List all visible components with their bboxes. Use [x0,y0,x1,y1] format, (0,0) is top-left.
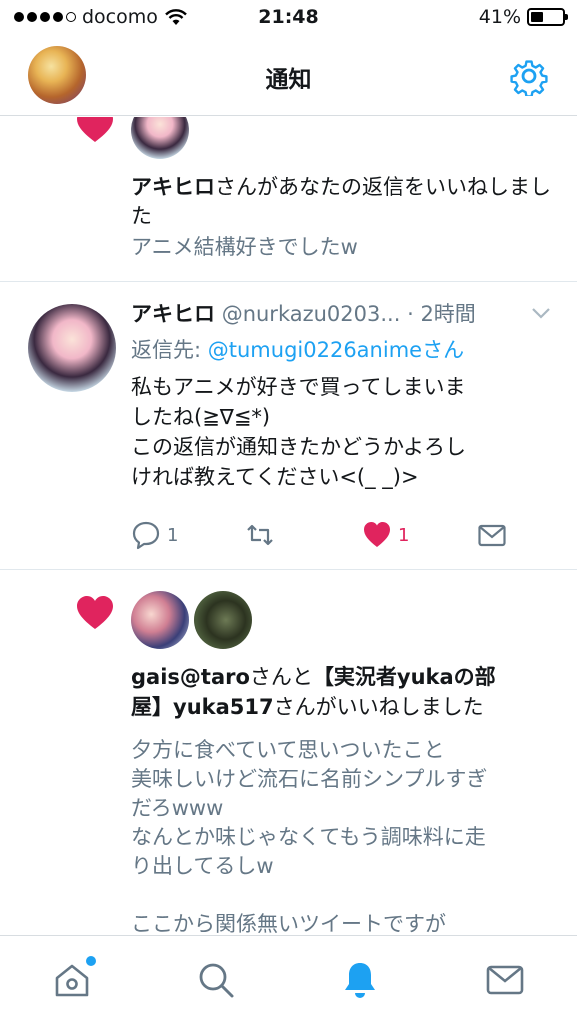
battery-area: 41% [478,6,568,28]
header: 通知 [0,40,577,116]
battery-icon [527,8,568,26]
liked-tweet-text[interactable]: アニメ結構好きでしたw [131,233,551,262]
tweet-body: 私もアニメが好きで買ってしまいま したね(≧∇≦*) この返信が通知きたかどうか… [131,372,551,492]
list-item[interactable]: アキヒロさんがあなたの返信をいいねしました アニメ結構好きでしたw [0,117,577,282]
status-bar: docomo 21:48 41% [0,0,577,40]
tab-notifications[interactable] [340,960,380,1000]
reply-button[interactable]: 1 [131,520,178,550]
tweet-line: したね(≧∇≦*) [131,405,271,429]
search-icon [199,963,234,998]
avatar[interactable] [28,304,116,392]
author-handle[interactable]: @nurkazu0203... [222,302,401,326]
actor-name[interactable]: gais@taro [131,665,250,689]
joiner-text: さんと [249,665,313,689]
battery-percent: 41% [478,6,521,28]
actor-name[interactable]: 【実況者yukaの部 [313,665,496,689]
notifications-timeline[interactable]: アキヒロさんがあなたの返信をいいねしました アニメ結構好きでしたw アキヒロ @… [0,117,577,935]
avatar[interactable] [131,117,189,159]
reply-count: 1 [167,524,179,546]
reply-tweet[interactable]: アキヒロ @nurkazu0203... · 2時間 返信先: @tumugi0… [0,282,577,569]
new-content-dot [86,956,96,966]
retweet-button[interactable] [245,520,275,550]
tweet-line: 夕方に食べていて思いついたこと [131,738,445,762]
tab-bar [0,935,577,1024]
tweet-time: · 2時間 [407,302,476,326]
tweet-line [131,881,551,910]
home-icon [55,964,89,997]
tweet-line: この返信が通知きたかどうかよろし [131,435,466,459]
actor-name[interactable]: 屋】yuka517 [131,695,274,719]
tweet-line: 美味しいけど流石に名前シンプルすぎ [131,767,488,791]
chevron-down-icon[interactable] [531,306,551,320]
avatar[interactable] [131,591,189,649]
reply-label: 返信先: [131,338,208,362]
notifications-icon [345,963,375,998]
author-name[interactable]: アキヒロ [131,302,215,326]
action-text: さんがいいねしました [273,695,484,719]
liked-tweet-text[interactable]: 夕方に食べていて思いついたこと 美味しいけど流石に名前シンプルすぎ だろwww … [131,736,551,935]
actor-name[interactable]: アキヒロ [131,175,215,199]
reply-icon [132,521,160,550]
tweet-line: だろwww [131,796,224,820]
battery-level [531,12,544,22]
reply-context: 返信先: @tumugi0226animeさん [131,336,551,365]
tweet-line: ここから関係無いツイートですが [131,912,446,935]
page-title: 通知 [265,67,312,93]
messages-icon [486,965,524,995]
notification-text: アキヒロさんがあなたの返信をいいねしました [131,173,551,231]
like-button[interactable]: 1 [362,520,409,550]
tweet-header: アキヒロ @nurkazu0203... · 2時間 [131,298,551,328]
tab-search[interactable] [196,960,236,1000]
envelope-icon [478,524,506,547]
list-item[interactable]: gais@taroさんと【実況者yukaの部 屋】yuka517さんがいいねしま… [0,570,577,935]
retweet-icon [247,524,273,546]
like-heart-icon [77,117,113,142]
like-heart-icon [77,596,113,629]
tweet-line: り出してるしw [131,854,274,878]
dm-button[interactable] [477,520,507,550]
like-count: 1 [398,524,410,546]
tweet-line: なんとか味じゃなくてもう調味料に走 [131,825,486,849]
tweet-line: ければ教えてください<(_ _)> [131,465,419,489]
tweet-actions: 1 1 [131,520,531,550]
tab-messages[interactable] [485,960,525,1000]
tab-home[interactable] [52,956,96,1000]
tweet-line: 私もアニメが好きで買ってしまいま [131,375,466,399]
gear-icon[interactable] [509,56,549,96]
notification-text: gais@taroさんと【実況者yukaの部 屋】yuka517さんがいいねしま… [131,662,551,722]
heart-icon [364,522,390,547]
reply-to-link[interactable]: @tumugi0226animeさん [208,338,464,362]
avatar[interactable] [194,591,252,649]
